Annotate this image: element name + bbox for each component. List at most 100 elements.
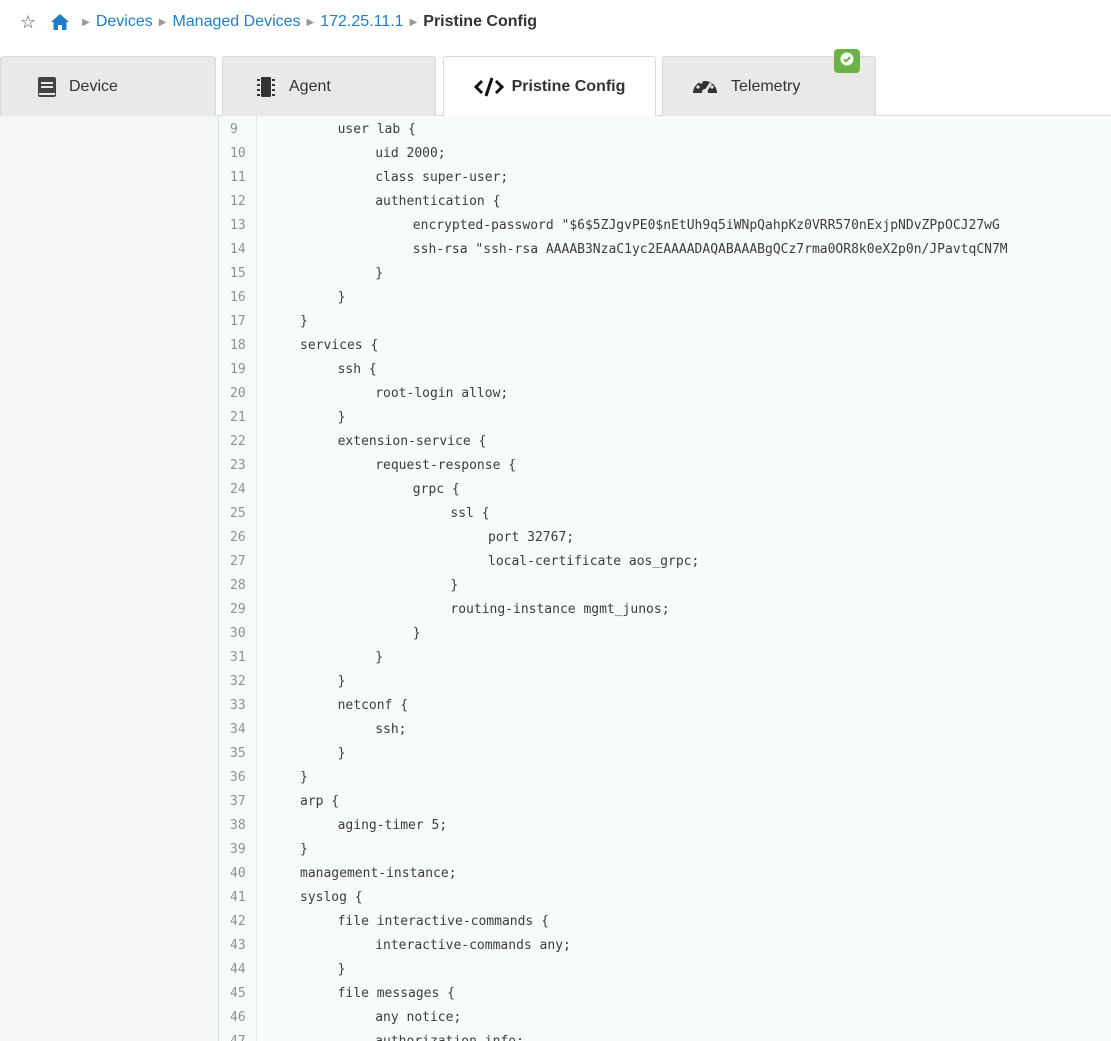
book-icon	[37, 76, 57, 98]
code-text: aging-timer 5;	[337, 818, 448, 833]
code-text: request-response {	[375, 458, 517, 473]
code-text: authorization info;	[375, 1030, 524, 1041]
code-text: authentication {	[375, 194, 501, 209]
line-number: 10	[230, 146, 246, 161]
code-text: ssl {	[450, 506, 490, 521]
line-number: 40	[230, 866, 246, 881]
code-text: port 32767;	[488, 530, 575, 545]
line-number: 23	[230, 458, 246, 473]
line-number: 14	[230, 242, 246, 257]
line-number: 42	[230, 914, 246, 929]
tab-label: Device	[69, 77, 118, 95]
line-number: 9	[230, 122, 238, 137]
tab-pristine-config[interactable]: Pristine Config	[443, 56, 656, 117]
code-text: encrypted-password "$6$5ZJgvPE0$nEtUh9q5…	[412, 218, 1000, 233]
line-number: 21	[230, 410, 246, 425]
code-text: interactive-commands any;	[375, 938, 571, 953]
config-code-viewer[interactable]: 9 user lab {10 uid 2000; 11 class super-user…	[219, 116, 1111, 1041]
code-text: }	[300, 842, 308, 857]
line-number: 27	[230, 554, 246, 569]
code-text: }	[375, 266, 384, 281]
code-text: syslog {	[300, 890, 363, 905]
code-text: arp {	[300, 794, 340, 809]
line-number: 26	[230, 530, 246, 545]
line-number: 16	[230, 290, 246, 305]
breadcrumb-separator-icon: ▶	[306, 16, 315, 28]
code-text: uid 2000;	[375, 146, 446, 161]
line-number: 17	[230, 314, 246, 329]
tab-label: Telemetry	[731, 77, 801, 95]
star-icon[interactable]: ☆	[20, 12, 36, 33]
code-text: ssh-rsa "ssh-rsa AAAAB3NzaC1yc2EAAAADAQA…	[412, 242, 1008, 257]
tab-bar: Device Agent Pristine Config Telemetry	[0, 44, 1111, 117]
line-number: 33	[230, 698, 246, 713]
sidebar	[0, 116, 219, 1041]
code-text: any notice;	[375, 1010, 462, 1025]
code-text: ssh {	[337, 362, 377, 377]
line-number: 39	[230, 842, 246, 857]
line-number: 30	[230, 626, 246, 641]
breadcrumb-device-ip-link[interactable]: 172.25.11.1	[320, 13, 403, 31]
code-text: }	[337, 410, 346, 425]
code-text: ssh;	[375, 722, 407, 737]
line-number: 19	[230, 362, 246, 377]
code-icon	[473, 77, 504, 97]
line-number: 36	[230, 770, 246, 785]
code-text: user lab {	[337, 122, 416, 137]
code-text: }	[375, 650, 384, 665]
code-text: }	[450, 578, 459, 593]
line-number: 46	[230, 1010, 246, 1025]
code-text: root-login allow;	[375, 386, 509, 401]
line-number: 25	[230, 506, 246, 521]
line-number: 15	[230, 266, 246, 281]
home-icon[interactable]	[50, 13, 70, 31]
line-number: 31	[230, 650, 246, 665]
tab-label: Agent	[289, 77, 331, 95]
tab-agent[interactable]: Agent	[222, 56, 436, 116]
breadcrumb-managed-devices-link[interactable]: Managed Devices	[172, 13, 300, 31]
line-number: 45	[230, 986, 246, 1001]
line-number: 22	[230, 434, 246, 449]
line-number: 43	[230, 938, 246, 953]
clipped-previous-line	[519, 116, 639, 120]
line-number: 37	[230, 794, 246, 809]
breadcrumb-current: Pristine Config	[423, 13, 538, 30]
code-text: netconf {	[337, 698, 409, 713]
code-text: }	[300, 770, 308, 785]
tab-label: Pristine Config	[511, 78, 626, 95]
status-badge	[834, 49, 860, 73]
breadcrumb-separator-icon: ▶	[409, 16, 418, 28]
code-text: }	[300, 314, 308, 329]
tab-device[interactable]: Device	[0, 56, 216, 116]
line-number: 13	[230, 218, 246, 233]
line-number: 28	[230, 578, 246, 593]
code-text: }	[337, 746, 346, 761]
line-number: 35	[230, 746, 246, 761]
gauge-icon	[691, 75, 719, 99]
line-number: 47	[230, 1030, 254, 1041]
line-number: 32	[230, 674, 246, 689]
chip-icon	[255, 76, 277, 98]
code-text: }	[337, 674, 346, 689]
code-text: extension-service {	[337, 434, 487, 449]
code-text: }	[412, 626, 421, 641]
line-number: 18	[230, 338, 246, 353]
code-text: }	[337, 290, 346, 305]
code-text: services {	[300, 338, 379, 353]
breadcrumb-devices-link[interactable]: Devices	[96, 13, 153, 31]
line-number: 38	[230, 818, 246, 833]
code-text: file interactive-commands {	[337, 914, 549, 929]
code-text: local-certificate aos_grpc;	[488, 554, 700, 569]
line-number: 41	[230, 890, 246, 905]
line-number: 34	[230, 722, 246, 737]
breadcrumb-separator-icon: ▶	[158, 16, 167, 28]
line-number: 29	[230, 602, 246, 617]
line-number: 24	[230, 482, 246, 497]
check-circle-icon	[840, 52, 854, 71]
code-text: management-instance;	[300, 866, 457, 881]
code-text: routing-instance mgmt_junos;	[450, 602, 670, 617]
code-text: }	[337, 962, 346, 977]
line-number: 44	[230, 962, 246, 977]
code-text: grpc {	[412, 482, 460, 497]
line-number: 11	[230, 170, 246, 185]
